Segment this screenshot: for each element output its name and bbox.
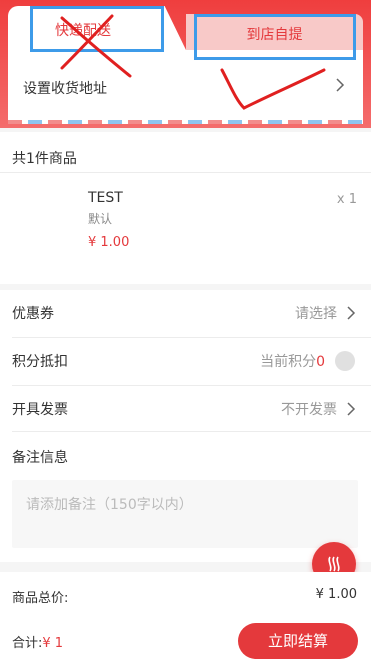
goods-total-label: 商品总价: <box>12 591 69 606</box>
divider <box>0 172 371 173</box>
address-envelope-stripe <box>8 120 363 124</box>
waves-icon <box>328 556 340 572</box>
order-confirm-page: 快递配送 到店自提 设置收货地址 共1件商品 TEST 默认 ¥ 1.00 x … <box>0 0 371 661</box>
invoice-label: 开具发票 <box>12 402 68 418</box>
sum-label: 合计: <box>12 636 43 651</box>
points-label: 积分抵扣 <box>12 354 68 370</box>
points-prefix: 当前积分 <box>260 354 317 370</box>
coupon-label: 优惠券 <box>12 306 54 322</box>
annotation-box-pickup <box>194 14 356 60</box>
product-price: ¥ 1.00 <box>88 235 130 250</box>
remark-input[interactable]: 请添加备注（150字以内） <box>12 480 358 548</box>
annotation-box-express <box>30 6 164 52</box>
address-label: 设置收货地址 <box>23 81 107 97</box>
invoice-row[interactable]: 开具发票 不开发票 <box>0 386 371 431</box>
points-row: 积分抵扣 当前积分0 <box>0 338 371 383</box>
checkout-bar: 合计:¥ 1 立即结算 <box>0 612 371 661</box>
points-value: 0 <box>316 354 325 370</box>
chevron-right-icon <box>336 78 345 92</box>
invoice-value: 不开发票 <box>281 402 337 418</box>
product-spec: 默认 <box>88 212 113 226</box>
sum-info: 合计:¥ 1 <box>12 632 63 651</box>
delivery-header: 快递配送 到店自提 设置收货地址 <box>0 0 371 128</box>
product-name: TEST <box>88 190 123 206</box>
remark-placeholder: 请添加备注（150字以内） <box>26 497 193 513</box>
points-toggle[interactable] <box>335 351 355 371</box>
sum-value: ¥ 1 <box>42 636 64 651</box>
goods-count: 共1件商品 <box>12 151 77 167</box>
coupon-value: 请选择 <box>295 306 337 322</box>
divider <box>12 431 371 432</box>
remark-label: 备注信息 <box>12 450 68 466</box>
goods-section: 共1件商品 <box>0 132 371 284</box>
chevron-right-icon <box>347 306 356 320</box>
points-info: 当前积分0 <box>260 351 325 371</box>
product-quantity: x 1 <box>336 192 357 207</box>
chevron-right-icon <box>347 402 356 416</box>
address-selector[interactable]: 设置收货地址 <box>8 50 363 120</box>
coupon-row[interactable]: 优惠券 请选择 <box>0 290 371 335</box>
goods-total-value: ¥ 1.00 <box>315 587 357 602</box>
checkout-button[interactable]: 立即结算 <box>238 623 358 659</box>
